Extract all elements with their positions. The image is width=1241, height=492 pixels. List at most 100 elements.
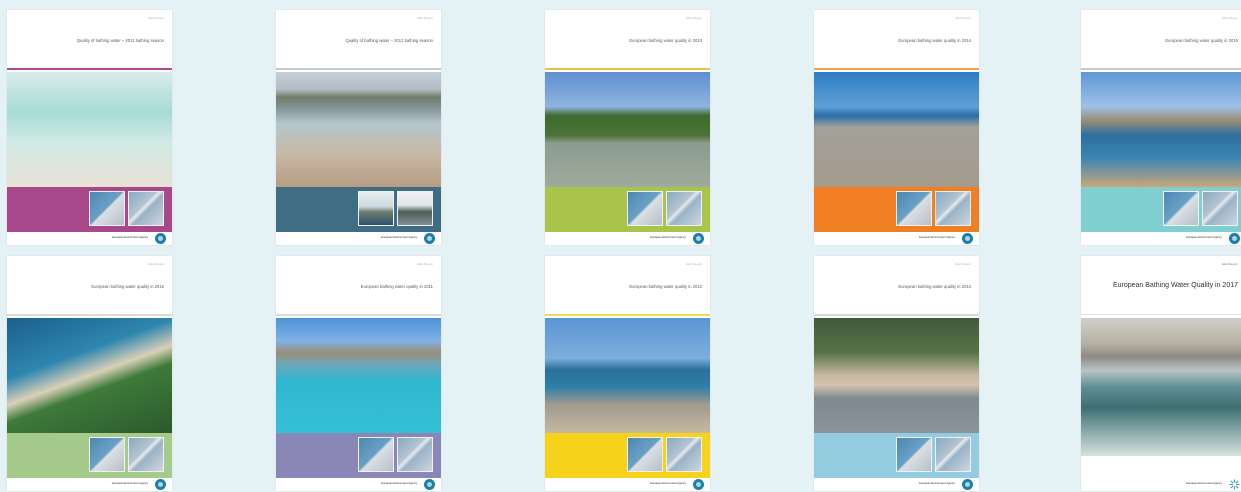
cover-footer: European Environment Agency — [1081, 232, 1241, 245]
cover-title: European bathing water quality in 2015 — [1165, 38, 1238, 43]
thumbnail-image — [666, 191, 702, 226]
color-band — [276, 187, 441, 232]
cover-footer: European Environment Agency — [276, 478, 441, 491]
accent-line — [7, 314, 172, 316]
cover-title: European bathing water quality in 2014 — [898, 38, 971, 43]
series-label: EEA Report — [417, 16, 433, 20]
eea-logo-icon — [962, 233, 973, 244]
thumbnail-image — [1202, 191, 1238, 226]
accent-line — [545, 314, 710, 316]
report-cover-8[interactable]: EEA Report European bathing water qualit… — [545, 256, 710, 491]
thumbnail-image — [935, 437, 971, 472]
eea-logo-icon — [1229, 233, 1240, 244]
cover-footer: European Environment Agency — [814, 478, 979, 491]
color-band — [545, 433, 710, 478]
cover-photo-lagoon — [276, 318, 441, 433]
agency-name: European Environment Agency — [1186, 482, 1222, 485]
eea-logo-icon — [424, 479, 435, 490]
thumbnail-image — [666, 437, 702, 472]
cover-photo-bay-coast — [1081, 72, 1241, 187]
eea-logo-icon — [962, 479, 973, 490]
cover-footer: European Environment Agency — [7, 478, 172, 491]
cover-footer: European Environment Agency — [276, 232, 441, 245]
series-label: EEA Report — [955, 262, 971, 266]
eea-logo-icon — [1229, 479, 1240, 490]
report-cover-6[interactable]: EEA Report European bathing water qualit… — [7, 256, 172, 491]
cover-footer: European Environment Agency — [545, 232, 710, 245]
eea-logo-icon — [155, 233, 166, 244]
report-cover-3[interactable]: EEA Report European bathing water qualit… — [545, 10, 710, 245]
thumbnail-image — [128, 437, 164, 472]
series-label: EEA Report — [1222, 16, 1238, 20]
cover-title: European bathing water quality in 2013 — [898, 284, 971, 289]
agency-name: European Environment Agency — [650, 236, 686, 239]
report-cover-1[interactable]: EEA Report Quality of bathing water – 20… — [7, 10, 172, 245]
color-band — [7, 433, 172, 478]
cover-photo-lake-pier — [276, 72, 441, 187]
thumbnail-image — [627, 437, 663, 472]
eea-logo-icon — [693, 479, 704, 490]
agency-name: European Environment Agency — [112, 482, 148, 485]
agency-name: European Environment Agency — [919, 482, 955, 485]
accent-line — [276, 68, 441, 70]
color-band — [7, 187, 172, 232]
accent-line — [814, 314, 979, 316]
thumbnail-image — [397, 437, 433, 472]
cover-photo-city-waves — [1081, 318, 1241, 456]
report-cover-7[interactable]: EEA Report European bathing water qualit… — [276, 256, 441, 491]
color-band — [276, 433, 441, 478]
cover-title: Quality of bathing water – 2012 bathing … — [345, 38, 433, 43]
cover-footer: European Environment Agency — [545, 478, 710, 491]
accent-line — [7, 68, 172, 70]
agency-name: European Environment Agency — [381, 236, 417, 239]
thumbnail-image — [935, 191, 971, 226]
accent-line — [1081, 68, 1241, 70]
agency-name: European Environment Agency — [1186, 236, 1222, 239]
agency-name: European Environment Agency — [919, 236, 955, 239]
color-band — [814, 187, 979, 232]
cover-photo-spit-aerial — [7, 318, 172, 433]
cover-footer: European Environment Agency — [814, 232, 979, 245]
color-band — [1081, 187, 1241, 232]
report-cover-9[interactable]: EEA Report European bathing water qualit… — [814, 256, 979, 491]
cover-photo-beach-aerial — [7, 72, 172, 187]
cover-footer: European Environment Agency — [7, 232, 172, 245]
series-label: EEA Report — [148, 16, 164, 20]
accent-line — [1081, 314, 1241, 315]
thumbnail-image — [627, 191, 663, 226]
cover-photo-crowded-beach — [814, 72, 979, 187]
cover-title: Quality of bathing water – 2011 bathing … — [76, 38, 164, 43]
thumbnail-image — [128, 191, 164, 226]
report-cover-4[interactable]: EEA Report European bathing water qualit… — [814, 10, 979, 245]
thumbnail-image — [89, 191, 125, 226]
series-label: EEA Report — [686, 262, 702, 266]
report-cover-10[interactable]: EEA Report European Bathing Water Qualit… — [1081, 256, 1241, 491]
cover-photo-forest-lake — [814, 318, 979, 433]
cover-title: European Bathing Water Quality in 2017 — [1112, 282, 1238, 289]
cover-title: European bathing water quality in 2012 — [629, 284, 702, 289]
thumbnail-image — [1163, 191, 1199, 226]
cover-title: European bathing water quality in 2011 — [360, 284, 433, 289]
cover-title: European bathing water quality in 2016 — [91, 284, 164, 289]
thumbnail-image — [358, 437, 394, 472]
eea-logo-icon — [424, 233, 435, 244]
series-label: EEA Report — [417, 262, 433, 266]
agency-name: European Environment Agency — [112, 236, 148, 239]
cover-photo-lake-island — [545, 72, 710, 187]
color-band — [814, 433, 979, 478]
thumbnail-image — [397, 191, 433, 226]
cover-photo-palm-beach — [545, 318, 710, 433]
color-band — [545, 187, 710, 232]
report-cover-2[interactable]: EEA Report Quality of bathing water – 20… — [276, 10, 441, 245]
eea-logo-icon — [693, 233, 704, 244]
series-label: EEA Report — [686, 16, 702, 20]
accent-line — [814, 68, 979, 70]
report-cover-5[interactable]: EEA Report European bathing water qualit… — [1081, 10, 1241, 245]
thumbnail-image — [896, 191, 932, 226]
series-label: EEA Report — [148, 262, 164, 266]
thumbnail-image — [358, 191, 394, 226]
thumbnail-image — [896, 437, 932, 472]
thumbnail-image — [89, 437, 125, 472]
accent-line — [276, 314, 441, 316]
cover-title: European bathing water quality in 2013 — [629, 38, 702, 43]
